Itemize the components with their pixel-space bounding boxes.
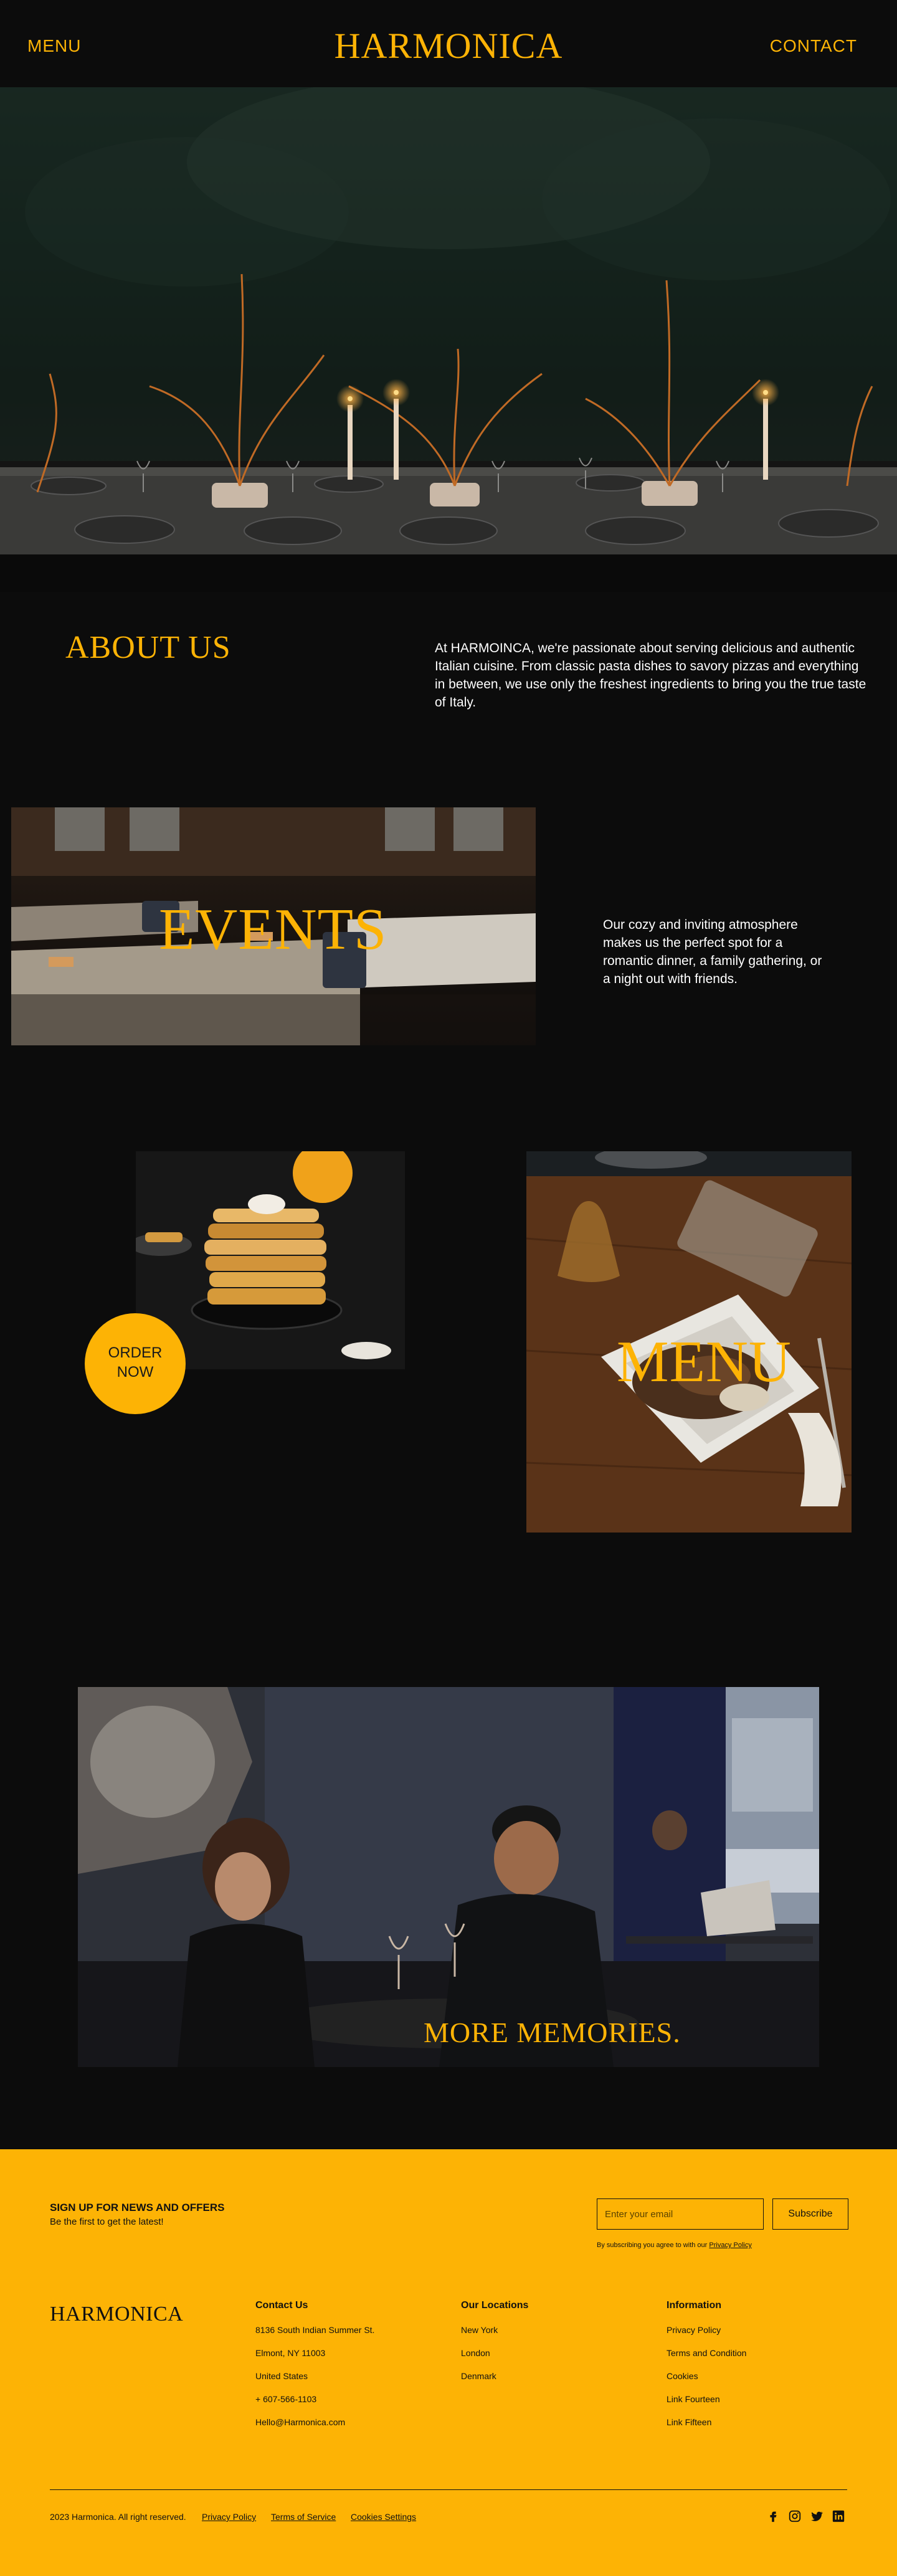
location-link[interactable]: Denmark: [461, 2371, 528, 2381]
email-input[interactable]: [597, 2198, 764, 2230]
newsletter-legal: By subscribing you agree to with our Pri…: [597, 2241, 752, 2249]
order-now-label-line2: NOW: [116, 1364, 154, 1381]
contact-phone[interactable]: + 607-566-1103: [255, 2394, 374, 2404]
events-title: EVENTS: [159, 897, 387, 962]
location-link[interactable]: New York: [461, 2325, 528, 2335]
footer-contact-column: Contact Us 8136 South Indian Summer St. …: [255, 2300, 374, 2440]
information-link[interactable]: Cookies: [667, 2371, 746, 2381]
footer-brand-logo[interactable]: HARMONICA: [50, 2303, 183, 2326]
twitter-icon[interactable]: [810, 2509, 823, 2523]
newsletter-subtitle: Be the first to get the latest!: [50, 2217, 164, 2227]
footer-locations-column: Our Locations New York London Denmark: [461, 2300, 528, 2394]
footer-information-column: Information Privacy Policy Terms and Con…: [667, 2300, 746, 2440]
about-title: ABOUT US: [65, 630, 231, 665]
dining-table-illustration: [0, 87, 897, 592]
linkedin-icon[interactable]: [832, 2509, 845, 2523]
information-link[interactable]: Privacy Policy: [667, 2325, 746, 2335]
footer-locations-title: Our Locations: [461, 2300, 529, 2311]
footer-information-title: Information: [667, 2300, 721, 2311]
contact-address-line2: Elmont, NY 11003: [255, 2348, 326, 2358]
hero-image: [0, 87, 897, 592]
contact-email[interactable]: Hello@Harmonica.com: [255, 2417, 374, 2427]
site-footer: SIGN UP FOR NEWS AND OFFERS Be the first…: [0, 2149, 897, 2576]
newsletter-legal-text: By subscribing you agree to with our: [597, 2241, 710, 2249]
contact-address-line1: 8136 South Indian Summer St.: [255, 2325, 375, 2335]
subscribe-button[interactable]: Subscribe: [772, 2198, 848, 2230]
information-link[interactable]: Link Fifteen: [667, 2417, 746, 2427]
privacy-policy-link[interactable]: Privacy Policy: [202, 2512, 256, 2522]
footer-contact-title: Contact Us: [255, 2300, 308, 2311]
information-link[interactable]: Terms and Condition: [667, 2348, 746, 2358]
order-now-label-line1: ORDER: [108, 1344, 163, 1361]
contact-country: United States: [255, 2371, 308, 2381]
events-text: Our cozy and inviting atmosphere makes u…: [603, 918, 822, 986]
site-header: MENU HARMONICA CONTACT: [0, 0, 897, 87]
location-link[interactable]: London: [461, 2348, 528, 2358]
menu-section-title: MENU: [617, 1329, 792, 1394]
footer-divider: [50, 2489, 847, 2490]
newsletter-privacy-link[interactable]: Privacy Policy: [709, 2241, 751, 2249]
newsletter-title: SIGN UP FOR NEWS AND OFFERS: [50, 2202, 225, 2213]
instagram-icon[interactable]: [788, 2509, 802, 2523]
order-now-button[interactable]: ORDER NOW: [85, 1313, 186, 1414]
couple-dinner-illustration: [78, 1687, 819, 2067]
brand-logo[interactable]: HARMONICA: [0, 25, 897, 67]
facebook-icon[interactable]: [766, 2509, 780, 2523]
contact-nav-link[interactable]: CONTACT: [770, 36, 857, 56]
about-text: At HARMOINCA, we're passionate about ser…: [435, 641, 866, 710]
terms-of-service-link[interactable]: Terms of Service: [271, 2512, 336, 2522]
copyright-text: 2023 Harmonica. All right reserved.: [50, 2512, 186, 2522]
memories-title: MORE MEMORIES.: [424, 2017, 681, 2048]
information-link[interactable]: Link Fourteen: [667, 2394, 746, 2404]
memories-image: [78, 1687, 819, 2067]
cookies-settings-link[interactable]: Cookies Settings: [351, 2512, 416, 2522]
